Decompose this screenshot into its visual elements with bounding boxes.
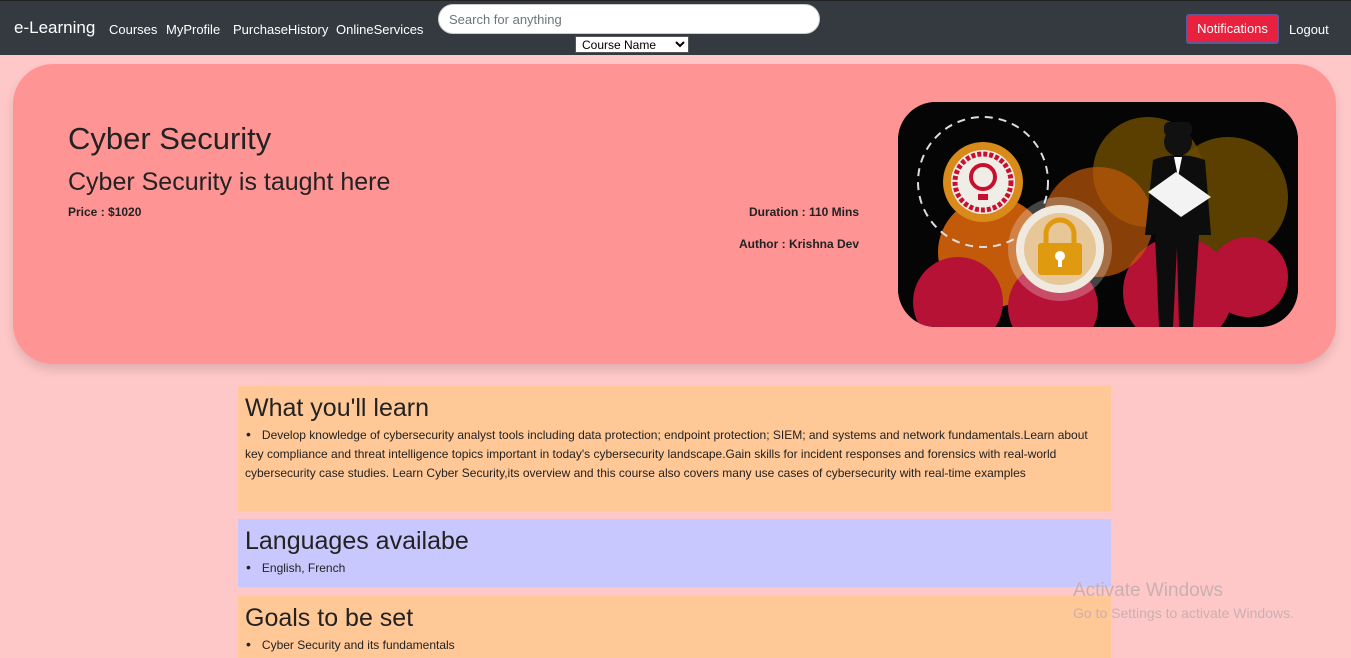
learn-section-title: What you'll learn [245, 394, 430, 422]
search-filter-select[interactable]: Course Name [575, 36, 689, 53]
goals-list: Cyber Security and its fundamentals [245, 635, 1104, 655]
logout-link[interactable]: Logout [1289, 22, 1329, 37]
course-hero-card: Cyber Security Cyber Security is taught … [13, 64, 1336, 364]
learn-section: What you'll learn Develop knowledge of c… [238, 386, 1111, 511]
nav-link-myprofile[interactable]: MyProfile [166, 22, 220, 37]
list-item: Cyber Security and its fundamentals [245, 635, 1104, 655]
list-item: Develop knowledge of cybersecurity analy… [245, 425, 1104, 483]
course-title: Cyber Security [68, 121, 272, 156]
list-item: English, French [245, 558, 1104, 578]
activation-watermark-text: Go to Settings to activate Windows. [1073, 605, 1294, 621]
nav-link-purchase-history[interactable]: PurchaseHistory [233, 22, 328, 37]
nav-link-courses[interactable]: Courses [109, 22, 157, 37]
goals-section: Goals to be set Cyber Security and its f… [238, 596, 1111, 658]
brand-logo[interactable]: e-Learning [14, 18, 95, 38]
course-image [898, 102, 1298, 327]
goals-section-title: Goals to be set [245, 604, 414, 632]
cyber-security-illustration [898, 102, 1298, 327]
learn-list: Develop knowledge of cybersecurity analy… [245, 425, 1104, 483]
top-navbar: e-Learning Courses MyProfile PurchaseHis… [0, 0, 1351, 55]
course-subtitle: Cyber Security is taught here [68, 168, 391, 196]
course-author: Author : Krishna Dev [738, 237, 859, 251]
activation-watermark-title: Activate Windows [1073, 580, 1223, 601]
course-duration: Duration : 110 Mins [748, 205, 859, 219]
search-input[interactable] [438, 4, 820, 34]
languages-section-title: Languages availabe [245, 527, 469, 555]
nav-link-online-services[interactable]: OnlineServices [336, 22, 423, 37]
languages-list: English, French [245, 558, 1104, 578]
languages-section: Languages availabe English, French [238, 519, 1111, 587]
course-price: Price : $1020 [68, 205, 142, 219]
notifications-button[interactable]: Notifications [1186, 14, 1279, 44]
